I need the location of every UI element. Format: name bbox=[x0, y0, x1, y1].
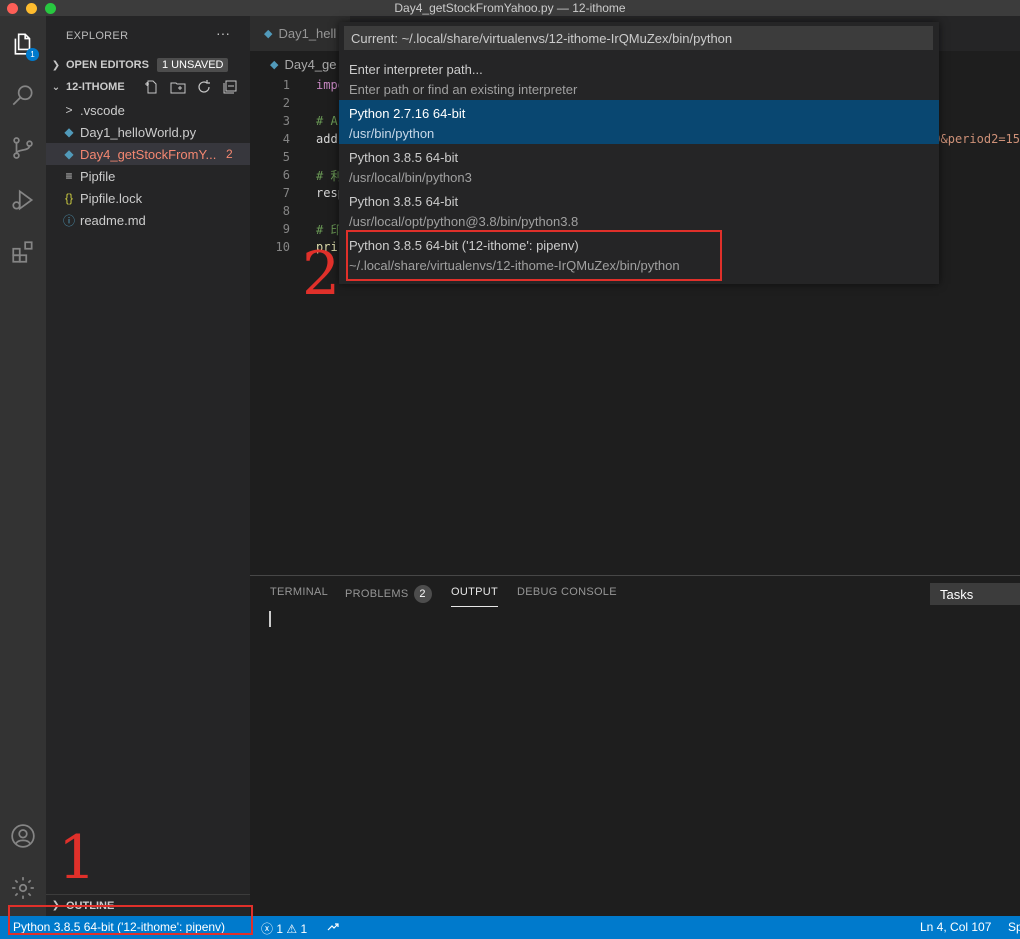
info-icon: ⓘ bbox=[62, 213, 75, 228]
tree-item-label: Day1_helloWorld.py bbox=[80, 124, 197, 140]
interpreter-quick-pick-input[interactable]: Current: ~/.local/share/virtualenvs/12-i… bbox=[344, 26, 933, 50]
tab-label: Day1_hell bbox=[278, 26, 337, 41]
tab-terminal[interactable]: TERMINAL bbox=[270, 586, 328, 598]
tree-item-label: Pipfile.lock bbox=[80, 190, 143, 206]
tree-item-label: Pipfile bbox=[80, 168, 116, 184]
tree-item-label: readme.md bbox=[80, 212, 146, 228]
chevron-right-icon: > bbox=[65, 103, 73, 117]
accounts-icon[interactable] bbox=[0, 814, 46, 858]
quick-pick-label: Python 3.8.5 64-bit bbox=[349, 150, 459, 165]
folder-label: 12-ITHOME bbox=[66, 81, 125, 93]
line-number: 3 bbox=[282, 114, 290, 128]
file-icon: ≡ bbox=[65, 169, 73, 183]
python-icon: ◆ bbox=[264, 28, 273, 40]
output-channel-select[interactable]: Tasks bbox=[930, 583, 1020, 605]
quick-pick-label: Enter interpreter path... bbox=[349, 62, 483, 77]
unsaved-badge: 1 UNSAVED bbox=[156, 58, 229, 72]
problems-status[interactable]: ⓧ 1 ⚠ 1 bbox=[261, 920, 307, 937]
line-number: 10 bbox=[275, 240, 290, 254]
line-number: 4 bbox=[282, 132, 290, 146]
error-icon: ⓧ bbox=[261, 922, 274, 936]
highlight-box bbox=[8, 905, 253, 935]
search-icon[interactable] bbox=[0, 74, 46, 118]
explorer-header: EXPLORER bbox=[66, 30, 129, 42]
tree-item-day1[interactable]: ◆ Day1_helloWorld.py bbox=[46, 121, 250, 143]
source-control-icon[interactable] bbox=[0, 126, 46, 170]
indentation-status[interactable]: Sp bbox=[1008, 920, 1020, 934]
new-folder-icon[interactable] bbox=[170, 79, 186, 95]
quick-pick-description: /usr/local/opt/python@3.8/bin/python3.8 bbox=[349, 214, 579, 229]
live-share-icon[interactable] bbox=[326, 920, 340, 937]
folder-section[interactable]: ⌄ 12-ITHOME bbox=[46, 76, 250, 98]
chevron-down-icon: ⌄ bbox=[51, 81, 61, 93]
warning-icon: ⚠ bbox=[286, 922, 298, 936]
activity-bar: 1 bbox=[0, 16, 46, 916]
tab-debug-console[interactable]: DEBUG CONSOLE bbox=[517, 586, 617, 598]
tab-output[interactable]: OUTPUT bbox=[451, 586, 498, 598]
refresh-icon[interactable] bbox=[196, 79, 212, 95]
extensions-icon[interactable] bbox=[0, 230, 46, 274]
tree-item-pipfile-lock[interactable]: {} Pipfile.lock bbox=[46, 187, 250, 209]
problems-badge: 2 bbox=[413, 585, 432, 603]
explorer-icon[interactable]: 1 bbox=[0, 22, 46, 66]
line-number: 5 bbox=[282, 150, 290, 164]
tab-day1[interactable]: ◆ Day1_hell bbox=[250, 16, 350, 51]
line-number: 6 bbox=[282, 168, 290, 182]
open-editors-label: OPEN EDITORS bbox=[66, 59, 149, 71]
line-number: 8 bbox=[282, 204, 290, 218]
quick-pick-item-python27[interactable]: Python 2.7.16 64-bit /usr/bin/python bbox=[339, 100, 939, 144]
tree-item-day4[interactable]: ◆ Day4_getStockFromY... 2 bbox=[46, 143, 250, 165]
tree-item-label: Day4_getStockFromY... bbox=[80, 146, 217, 162]
tree-item-pipfile[interactable]: ≡ Pipfile bbox=[46, 165, 250, 187]
problems-count: 2 bbox=[226, 147, 233, 161]
json-icon: {} bbox=[64, 191, 73, 205]
cursor-position[interactable]: Ln 4, Col 107 bbox=[920, 920, 991, 934]
code-overflow-text: 0&period2=15 bbox=[933, 132, 1020, 146]
tree-item-vscode[interactable]: > .vscode bbox=[46, 99, 250, 121]
line-number: 9 bbox=[282, 222, 290, 236]
python-icon: ◆ bbox=[270, 59, 279, 71]
tree-item-label: .vscode bbox=[80, 102, 125, 118]
line-number: 2 bbox=[282, 96, 290, 110]
quick-pick-label: Python 3.8.5 64-bit bbox=[349, 194, 459, 209]
annotation-number-2: 2 bbox=[302, 239, 341, 309]
window-title: Day4_getStockFromYahoo.py — 12-ithome bbox=[394, 1, 626, 15]
explorer-badge: 1 bbox=[26, 48, 39, 61]
more-actions-icon[interactable]: ··· bbox=[216, 25, 230, 41]
quick-pick-item-enter-path[interactable]: Enter interpreter path... Enter path or … bbox=[339, 56, 939, 100]
breadcrumb[interactable]: ◆ Day4_ge bbox=[270, 57, 337, 72]
explorer-sidebar: EXPLORER ··· ❯ OPEN EDITORS 1 UNSAVED ⌄ … bbox=[46, 16, 250, 916]
annotation-number-1: 1 bbox=[58, 823, 97, 893]
open-editors-section[interactable]: ❯ OPEN EDITORS 1 UNSAVED bbox=[46, 54, 250, 76]
error-count: 1 bbox=[276, 922, 284, 936]
title-bar: Day4_getStockFromYahoo.py — 12-ithome bbox=[0, 0, 1020, 16]
new-file-icon[interactable] bbox=[144, 79, 160, 95]
tree-item-readme[interactable]: ⓘ readme.md bbox=[46, 209, 250, 231]
bottom-panel: TERMINAL PROBLEMS 2 OUTPUT DEBUG CONSOLE … bbox=[250, 575, 1020, 916]
line-text: # A bbox=[316, 114, 338, 128]
quick-pick-label: Python 2.7.16 64-bit bbox=[349, 106, 466, 121]
run-debug-icon[interactable] bbox=[0, 178, 46, 222]
line-number: 7 bbox=[282, 186, 290, 200]
python-icon: ◆ bbox=[64, 125, 74, 139]
interpreter-quick-pick: Current: ~/.local/share/virtualenvs/12-i… bbox=[339, 22, 939, 284]
manage-gear-icon[interactable] bbox=[0, 866, 46, 910]
tab-problems[interactable]: PROBLEMS 2 bbox=[345, 585, 432, 603]
python-icon: ◆ bbox=[64, 147, 74, 161]
quick-pick-description: /usr/local/bin/python3 bbox=[349, 170, 472, 185]
quick-pick-item-python385-opt[interactable]: Python 3.8.5 64-bit /usr/local/opt/pytho… bbox=[339, 188, 939, 232]
line-number: 1 bbox=[282, 78, 290, 92]
active-tab-indicator bbox=[451, 606, 498, 607]
quick-pick-description: Enter path or find an existing interpret… bbox=[349, 82, 578, 97]
text-cursor bbox=[269, 611, 271, 627]
collapse-all-icon[interactable] bbox=[222, 79, 238, 95]
breadcrumb-file: Day4_ge bbox=[284, 57, 337, 72]
quick-pick-item-python385-local[interactable]: Python 3.8.5 64-bit /usr/local/bin/pytho… bbox=[339, 144, 939, 188]
highlight-box bbox=[346, 230, 722, 281]
warning-count: 1 bbox=[300, 922, 308, 936]
tab-problems-label: PROBLEMS bbox=[345, 588, 409, 600]
quick-pick-description: /usr/bin/python bbox=[349, 126, 435, 141]
chevron-right-icon: ❯ bbox=[51, 59, 61, 71]
